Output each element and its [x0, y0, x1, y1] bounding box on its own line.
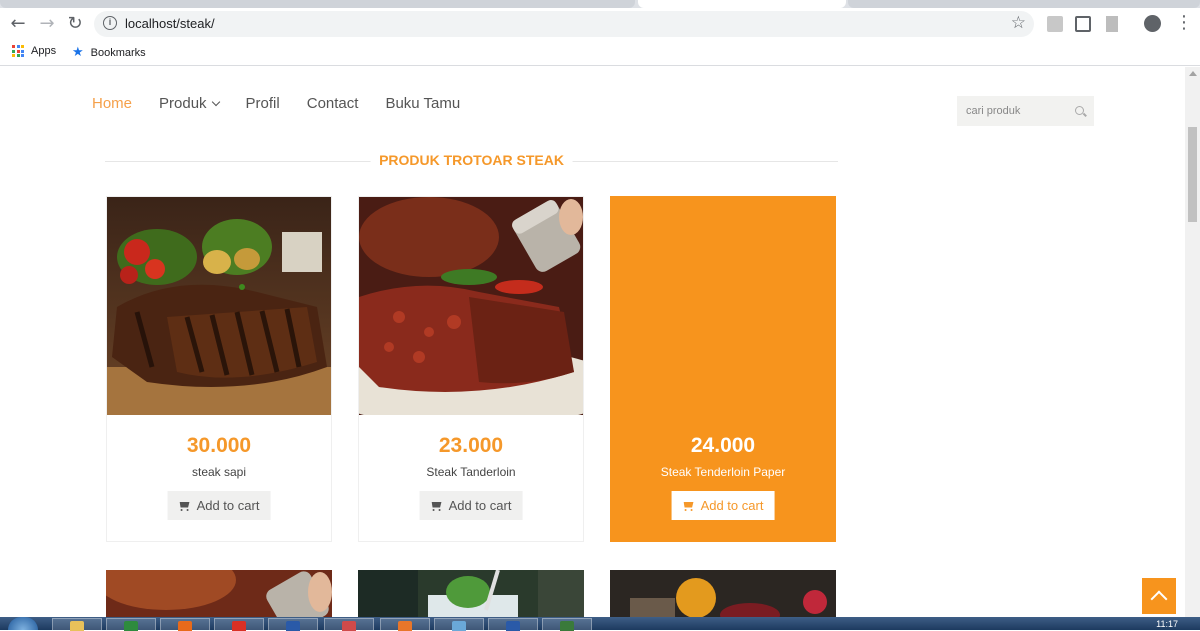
taskbar-app-paint[interactable]: [324, 618, 374, 631]
tab-strip: [0, 0, 1200, 8]
page-scrollbar[interactable]: [1185, 67, 1200, 617]
product-name[interactable]: Steak Tenderloin Paper: [611, 465, 835, 479]
extension-icon[interactable]: [1047, 16, 1063, 32]
product-image[interactable]: [359, 197, 583, 415]
add-to-cart-button[interactable]: Add to cart: [167, 491, 271, 520]
product-name[interactable]: steak sapi: [107, 465, 331, 479]
add-to-cart-label: Add to cart: [196, 498, 260, 513]
bookmark-bookmarks[interactable]: ★ Bookmarks: [72, 45, 146, 60]
product-image[interactable]: [107, 197, 331, 415]
product-image[interactable]: [106, 570, 332, 617]
browser-toolbar: ← → ↻ i localhost/steak/ ☆ ⋮: [0, 8, 1200, 40]
section-heading: PRODUK TROTOAR STEAK: [105, 152, 838, 172]
bookmark-label: Bookmarks: [90, 46, 146, 59]
url-text[interactable]: localhost/steak/: [125, 16, 215, 31]
info-icon[interactable]: i: [103, 16, 117, 30]
taskbar-app-explorer[interactable]: [52, 618, 102, 631]
reload-icon[interactable]: ↻: [64, 13, 86, 35]
taskbar-clock[interactable]: 11:17: [1156, 619, 1178, 629]
product-image[interactable]: [610, 570, 836, 617]
product-card: 23.000 Steak Tanderloin Add to cart: [358, 196, 584, 542]
taskbar-app-word-2[interactable]: [488, 618, 538, 631]
os-taskbar: 11:17: [0, 617, 1200, 631]
extension-icon[interactable]: [1106, 16, 1118, 32]
apps-grid-icon: [12, 45, 24, 57]
taskbar-app-chrome[interactable]: [214, 618, 264, 631]
chevron-down-icon: [211, 97, 220, 107]
start-button[interactable]: [8, 617, 38, 630]
product-image[interactable]: [358, 570, 584, 617]
add-to-cart-button[interactable]: Add to cart: [419, 491, 523, 520]
bookmarks-bar: Apps ★ Bookmarks: [0, 40, 1200, 66]
product-card-highlighted: 24.000 Steak Tenderloin Paper Add to car…: [610, 196, 836, 542]
cart-icon: [179, 501, 191, 511]
profile-icon[interactable]: [1144, 15, 1161, 32]
add-to-cart-label: Add to cart: [700, 498, 764, 513]
scrollbar-thumb[interactable]: [1188, 127, 1197, 222]
extension-icon[interactable]: [1075, 16, 1091, 32]
taskbar-app-word[interactable]: [268, 618, 318, 631]
menu-kebab-icon[interactable]: ⋮: [1175, 12, 1193, 33]
back-arrow-icon[interactable]: ←: [7, 13, 29, 35]
product-price: 24.000: [690, 434, 756, 457]
search-box: [957, 96, 1094, 126]
taskbar-app-firefox[interactable]: [160, 618, 210, 631]
forward-arrow-icon[interactable]: →: [36, 13, 58, 35]
add-to-cart-label: Add to cart: [448, 498, 512, 513]
search-input[interactable]: [957, 96, 1067, 126]
cart-icon: [431, 501, 443, 511]
taskbar-app-excel[interactable]: [106, 618, 156, 631]
taskbar-app-dreamweaver[interactable]: [542, 618, 592, 631]
bookmark-star-icon[interactable]: ☆: [1011, 13, 1026, 33]
nav-home[interactable]: Home: [92, 95, 132, 112]
nav-profil[interactable]: Profil: [246, 95, 280, 112]
bookmark-apps[interactable]: Apps: [12, 45, 56, 57]
product-price: 23.000: [438, 434, 504, 457]
scroll-to-top-button[interactable]: [1142, 578, 1176, 614]
scroll-up-arrow-icon[interactable]: [1189, 71, 1197, 76]
nav-buku-tamu[interactable]: Buku Tamu: [385, 95, 460, 112]
page-content: Home Produk Profil Contact Buku Tamu PRO…: [0, 67, 1185, 617]
address-bar[interactable]: i localhost/steak/ ☆: [94, 11, 1034, 37]
nav-produk-label: Produk: [159, 95, 207, 112]
taskbar-app-orange[interactable]: [380, 618, 430, 631]
main-nav: Home Produk Profil Contact Buku Tamu: [92, 95, 460, 112]
star-icon: ★: [72, 45, 84, 60]
product-card: 30.000 steak sapi Add to cart: [106, 196, 332, 542]
cart-icon: [683, 501, 695, 511]
bookmark-label: Apps: [31, 45, 57, 57]
browser-tab[interactable]: [848, 0, 1200, 8]
product-name[interactable]: Steak Tanderloin: [359, 465, 583, 479]
search-icon[interactable]: [1075, 106, 1084, 115]
nav-produk[interactable]: Produk: [159, 95, 220, 112]
nav-contact[interactable]: Contact: [307, 95, 359, 112]
product-price: 30.000: [186, 434, 252, 457]
taskbar-app-drawing[interactable]: [434, 618, 484, 631]
browser-tab[interactable]: [0, 0, 635, 8]
browser-tab-active[interactable]: [638, 0, 846, 8]
product-image-overlay[interactable]: [611, 197, 835, 415]
section-title: PRODUK TROTOAR STEAK: [370, 152, 573, 168]
add-to-cart-button[interactable]: Add to cart: [671, 491, 775, 520]
